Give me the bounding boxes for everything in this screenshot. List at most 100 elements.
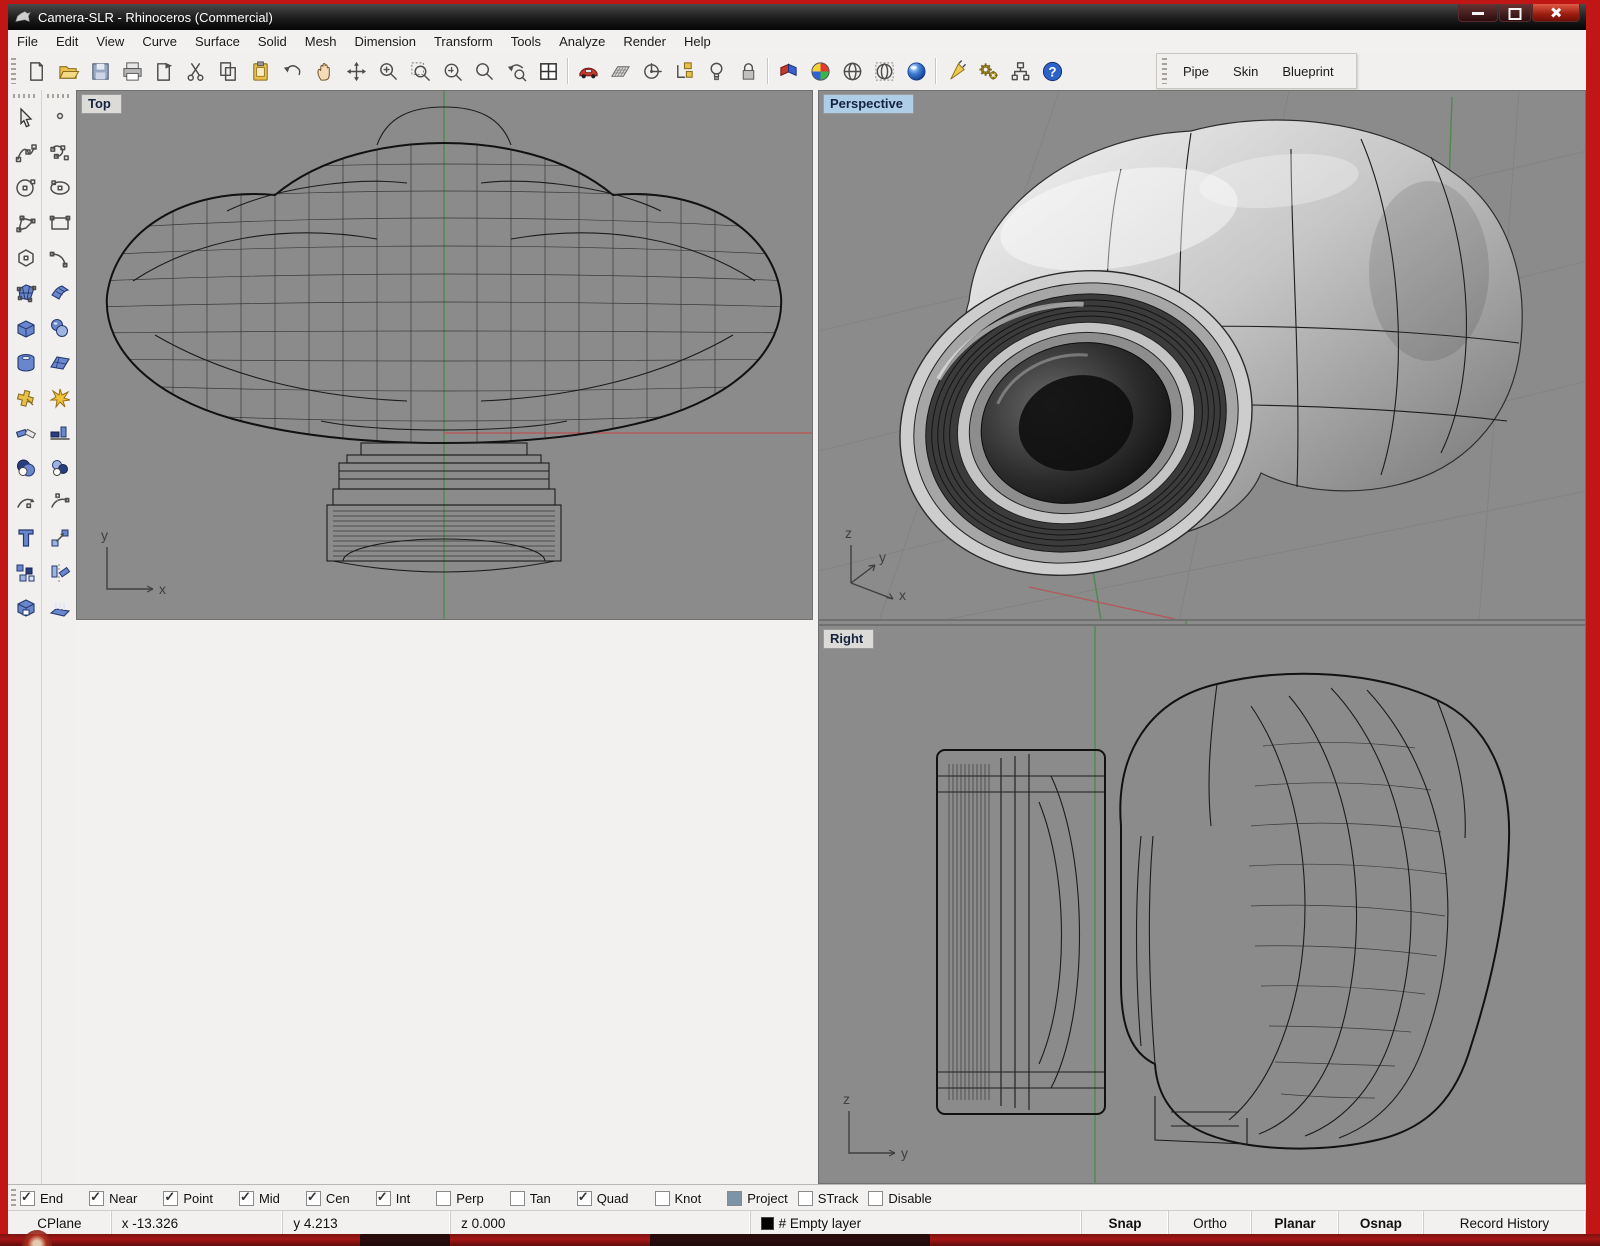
circle-icon[interactable] <box>8 170 43 205</box>
menu-tools[interactable]: Tools <box>502 32 550 51</box>
close-button[interactable] <box>1532 4 1580 22</box>
osnap-strack-checkbox[interactable] <box>798 1191 813 1206</box>
text-icon[interactable] <box>8 520 43 555</box>
export-icon[interactable] <box>148 55 180 87</box>
viewport-right[interactable]: Right <box>818 625 1586 1184</box>
mesh-patch-icon[interactable] <box>8 275 43 310</box>
osnap-project-checkbox[interactable] <box>727 1191 742 1206</box>
lock-icon[interactable] <box>732 55 764 87</box>
viewport-top-label[interactable]: Top <box>81 94 122 114</box>
skin-button[interactable]: Skin <box>1221 59 1270 84</box>
osnap-strack[interactable]: STrack <box>798 1191 859 1206</box>
adjustable-arc-icon[interactable] <box>42 485 77 520</box>
zoom-selected-icon[interactable] <box>468 55 500 87</box>
spheres-icon[interactable] <box>42 310 77 345</box>
curve-handles-icon[interactable] <box>42 135 77 170</box>
record-history-toggle[interactable]: Record History <box>1424 1211 1586 1235</box>
osnap-toggle-icon[interactable] <box>668 55 700 87</box>
options-icon[interactable] <box>972 55 1004 87</box>
zoom-window-icon[interactable] <box>436 55 468 87</box>
move-view-icon[interactable] <box>340 55 372 87</box>
menu-file[interactable]: File <box>8 32 47 51</box>
copy-icon[interactable] <box>212 55 244 87</box>
floating-toolbar-grip[interactable] <box>1162 58 1167 84</box>
ortho-toggle[interactable]: Ortho <box>1169 1211 1252 1235</box>
menu-analyze[interactable]: Analyze <box>550 32 614 51</box>
wireframe-display-icon[interactable] <box>836 55 868 87</box>
osnap-near-checkbox[interactable] <box>89 1191 104 1206</box>
box-icon[interactable] <box>8 310 43 345</box>
curve-icon[interactable] <box>8 135 43 170</box>
viewport-perspective-label[interactable]: Perspective <box>823 94 914 114</box>
osnap-knot-checkbox[interactable] <box>655 1191 670 1206</box>
named-views-icon[interactable] <box>572 55 604 87</box>
osnap-perp[interactable]: Perp <box>436 1191 483 1206</box>
osnap-disable-checkbox[interactable] <box>868 1191 883 1206</box>
tube-icon[interactable] <box>8 345 43 380</box>
osnap-cen-checkbox[interactable] <box>306 1191 321 1206</box>
cplane-button[interactable]: CPlane <box>8 1211 112 1235</box>
extrude-box-icon[interactable] <box>8 590 43 625</box>
osnap-point-checkbox[interactable] <box>163 1191 178 1206</box>
chamfer-icon[interactable] <box>42 415 77 450</box>
menu-help[interactable]: Help <box>675 32 720 51</box>
scale-icon[interactable] <box>42 520 77 555</box>
polygon-icon[interactable] <box>8 240 43 275</box>
osnap-disable[interactable]: Disable <box>868 1191 931 1206</box>
surface-sheet-icon[interactable] <box>42 345 77 380</box>
osnap-quad[interactable]: Quad <box>577 1191 629 1206</box>
title-bar[interactable]: Camera-SLR - Rhinoceros (Commercial) <box>8 4 1586 31</box>
menu-mesh[interactable]: Mesh <box>296 32 346 51</box>
boolean-difference-icon[interactable] <box>42 450 77 485</box>
osnap-end-checkbox[interactable] <box>20 1191 35 1206</box>
osnap-near[interactable]: Near <box>89 1191 137 1206</box>
save-icon[interactable] <box>84 55 116 87</box>
planar-toggle[interactable]: Planar <box>1252 1211 1339 1235</box>
osnap-int[interactable]: Int <box>376 1191 410 1206</box>
mirror-icon[interactable] <box>42 555 77 590</box>
new-icon[interactable] <box>20 55 52 87</box>
lamp-icon[interactable] <box>700 55 732 87</box>
paste-icon[interactable] <box>244 55 276 87</box>
set-view-icon[interactable] <box>604 55 636 87</box>
osnap-tan[interactable]: Tan <box>510 1191 551 1206</box>
history-tree-icon[interactable] <box>1004 55 1036 87</box>
osnap-point[interactable]: Point <box>163 1191 213 1206</box>
hatch-icon[interactable] <box>42 590 77 625</box>
point-icon[interactable] <box>42 100 77 135</box>
menu-render[interactable]: Render <box>614 32 675 51</box>
pipe-button[interactable]: Pipe <box>1171 59 1221 84</box>
color-wheel-icon[interactable] <box>804 55 836 87</box>
menu-edit[interactable]: Edit <box>47 32 87 51</box>
osnap-project[interactable]: Project <box>727 1191 787 1206</box>
help-icon[interactable]: ? <box>1036 55 1068 87</box>
zoom-in-icon[interactable] <box>372 55 404 87</box>
pan-icon[interactable] <box>308 55 340 87</box>
viewport-layout-icon[interactable] <box>532 55 564 87</box>
maximize-button[interactable] <box>1499 4 1531 22</box>
osnap-mid-checkbox[interactable] <box>239 1191 254 1206</box>
osnap-quad-checkbox[interactable] <box>577 1191 592 1206</box>
layer-material-icon[interactable] <box>772 55 804 87</box>
osnap-mid[interactable]: Mid <box>239 1191 280 1206</box>
surface-sweep-icon[interactable] <box>42 275 77 310</box>
menu-surface[interactable]: Surface <box>186 32 249 51</box>
toolbox-grip[interactable] <box>13 94 37 98</box>
zoom-dynamic-icon[interactable] <box>404 55 436 87</box>
viewport-perspective[interactable]: Perspective <box>818 90 1586 620</box>
plugin-puzzle-icon[interactable] <box>8 380 43 415</box>
osnap-cen[interactable]: Cen <box>306 1191 350 1206</box>
snap-toggle[interactable]: Snap <box>1082 1211 1169 1235</box>
arc-icon[interactable] <box>42 240 77 275</box>
osnap-grip[interactable] <box>11 1189 16 1207</box>
rendered-display-icon[interactable] <box>900 55 932 87</box>
ghosted-display-icon[interactable] <box>868 55 900 87</box>
menu-transform[interactable]: Transform <box>425 32 502 51</box>
layer-pane[interactable]: # Empty layer <box>751 1211 1082 1235</box>
boolean-union-icon[interactable] <box>8 450 43 485</box>
viewport-top[interactable]: Top <box>76 90 813 620</box>
menu-solid[interactable]: Solid <box>249 32 296 51</box>
toolbar-grip[interactable] <box>11 58 16 84</box>
osnap-perp-checkbox[interactable] <box>436 1191 451 1206</box>
fillet-icon[interactable] <box>8 415 43 450</box>
